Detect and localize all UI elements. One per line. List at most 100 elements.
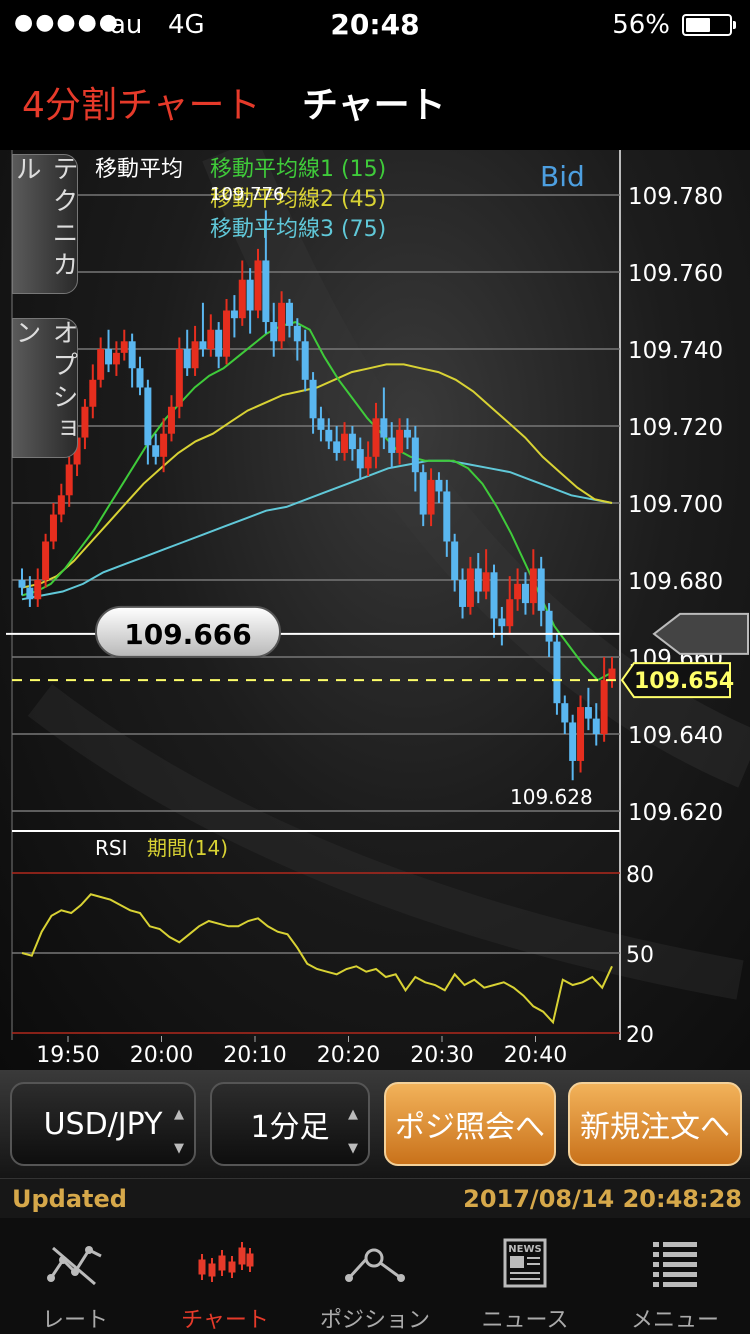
candle-body: [529, 568, 537, 604]
time-tick-labels: 19:50 20:00 20:10 20:20 20:30 20:40: [36, 1036, 567, 1068]
position-icon: [345, 1248, 405, 1282]
candle-body: [309, 379, 317, 419]
candle-body: [403, 429, 411, 438]
candle-body: [396, 429, 404, 453]
candle-body: [443, 491, 451, 542]
candle-body: [238, 279, 246, 319]
candle-body: [325, 429, 333, 442]
candle-body: [427, 479, 435, 515]
candle-body: [270, 322, 278, 342]
tab-bar: レート チャート ポジション NEWS ニュース メニュー: [0, 1218, 750, 1334]
candle-body: [207, 329, 215, 349]
tab-news[interactable]: NEWS ニュース: [450, 1218, 600, 1334]
chart-icon: [198, 1242, 254, 1282]
candle-body: [167, 406, 175, 434]
candle-body: [152, 445, 160, 457]
timeframe-selector[interactable]: 1分足 ▲ ▼: [210, 1082, 370, 1166]
updated-label: Updated: [12, 1185, 127, 1213]
candle-body: [459, 580, 467, 607]
candle-body: [49, 514, 57, 542]
option-tab[interactable]: オプション: [11, 318, 78, 458]
news-icon: NEWS: [503, 1238, 547, 1288]
pair-selector[interactable]: USD/JPY ▲ ▼: [10, 1082, 196, 1166]
candle-body: [18, 580, 26, 588]
candle-body: [278, 302, 286, 342]
candle-body: [600, 680, 608, 734]
candle-body: [81, 406, 89, 438]
candle-body: [65, 464, 73, 496]
candle-body: [333, 441, 341, 453]
candle-body: [191, 341, 199, 369]
controls-bar: USD/JPY ▲ ▼ 1分足 ▲ ▼ ポジ照会へ 新規注文へ: [0, 1070, 750, 1178]
candle-body: [199, 341, 207, 349]
rsi-tick: 50: [626, 943, 654, 968]
rsi-tick: 20: [626, 1023, 654, 1048]
low-price-label: 109.628: [510, 785, 593, 809]
status-bar: ●●●●● au 4G 20:48 56%: [0, 0, 750, 50]
candle-body: [57, 495, 65, 515]
tab-position[interactable]: ポジション: [300, 1218, 450, 1334]
price-tick-labels: 109.780 109.760 109.740 109.720 109.700 109.6…: [628, 184, 723, 826]
position-inquiry-button[interactable]: ポジ照会へ: [384, 1082, 556, 1166]
candle-body: [317, 418, 325, 430]
price-tick: 109.760: [628, 261, 723, 287]
tab-label: チャート: [181, 1308, 269, 1333]
candle-body: [608, 668, 616, 681]
tab-chart[interactable]: チャート: [150, 1218, 300, 1334]
candle-body: [545, 610, 553, 642]
crosshair-price: 109.666: [124, 618, 252, 651]
candle-body: [482, 572, 490, 592]
candle-body: [89, 379, 97, 407]
candle-body: [183, 349, 191, 369]
candle-body: [136, 368, 144, 388]
high-price-label: 109.776: [210, 184, 284, 205]
candle-body: [490, 572, 498, 619]
candle-body: [230, 310, 238, 319]
candle-body: [215, 329, 223, 357]
ma1-legend: 移動平均線1 (15): [210, 157, 386, 182]
candle-body: [341, 433, 349, 453]
tab-label: レート: [41, 1308, 108, 1333]
tab-split-chart[interactable]: 4分割チャート: [22, 76, 261, 128]
battery-level: [686, 18, 710, 32]
stepper-arrows-icon: ▲ ▼: [174, 1107, 184, 1156]
new-order-button[interactable]: 新規注文へ: [568, 1082, 742, 1166]
chart-area[interactable]: 109.780 109.760 109.740 109.720 109.700 109.6…: [0, 150, 750, 1070]
bid-label: Bid: [540, 160, 585, 193]
candle-body: [419, 472, 427, 515]
candle-body: [42, 541, 50, 580]
price-tick: 109.700: [628, 492, 723, 518]
rsi-label: RSI: [95, 836, 128, 860]
news-icon-text: NEWS: [508, 1244, 541, 1255]
price-tick: 109.740: [628, 338, 723, 364]
tab-label: ニュース: [481, 1308, 569, 1333]
page-title: チャート: [302, 85, 446, 126]
stepper-arrows-icon: ▲ ▼: [348, 1107, 358, 1156]
candle-body: [97, 349, 105, 380]
candle-body: [223, 310, 231, 357]
candle-body: [451, 541, 459, 580]
technical-tab[interactable]: テクニカル: [11, 154, 78, 294]
pair-value: USD/JPY: [43, 1106, 163, 1142]
tab-menu[interactable]: メニュー: [600, 1218, 750, 1334]
candle-body: [435, 479, 443, 492]
time-tick: 19:50: [36, 1043, 99, 1068]
rate-icon: [47, 1246, 102, 1286]
candle-body: [120, 341, 128, 353]
time-tick: 20:10: [223, 1043, 286, 1068]
candle-body: [144, 387, 152, 446]
chart-svg[interactable]: 109.780 109.760 109.740 109.720 109.700 109.6…: [0, 150, 750, 1070]
candle-body: [569, 722, 577, 761]
rsi-tick-labels: 80 50 20: [626, 863, 654, 1048]
candle-body: [411, 437, 419, 473]
candle-body: [592, 718, 600, 734]
price-tick: 109.680: [628, 569, 723, 595]
timeframe-value: 1分足: [250, 1110, 330, 1145]
candle-body: [584, 707, 592, 719]
ma3-legend: 移動平均線3 (75): [210, 217, 386, 242]
battery-percent: 56%: [612, 10, 670, 40]
tab-label: ポジション: [319, 1308, 430, 1333]
tab-rate[interactable]: レート: [0, 1218, 150, 1334]
candle-body: [112, 352, 120, 365]
candle-body: [380, 418, 388, 438]
